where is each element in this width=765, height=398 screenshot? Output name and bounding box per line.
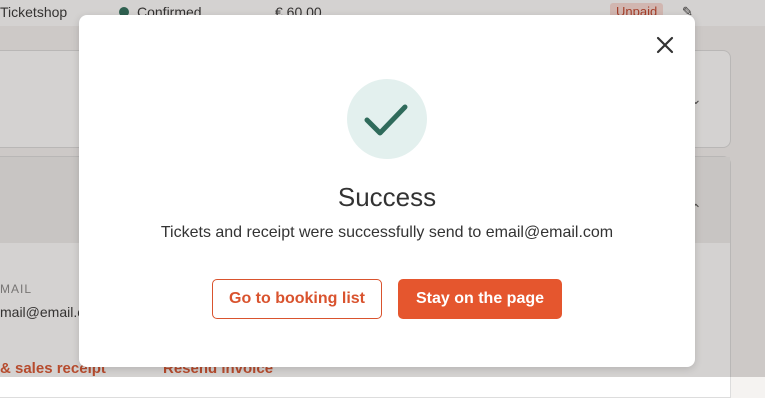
dialog-message: Tickets and receipt were successfully se… [160, 224, 614, 241]
close-icon[interactable] [653, 33, 677, 57]
dialog-title: Success [337, 182, 437, 212]
go-to-booking-list-button[interactable]: Go to booking list [212, 279, 382, 319]
success-dialog: Success Tickets and receipt were success… [79, 15, 695, 367]
stay-on-page-button[interactable]: Stay on the page [398, 279, 562, 319]
success-badge [347, 79, 427, 159]
checkmark-icon [364, 104, 408, 136]
